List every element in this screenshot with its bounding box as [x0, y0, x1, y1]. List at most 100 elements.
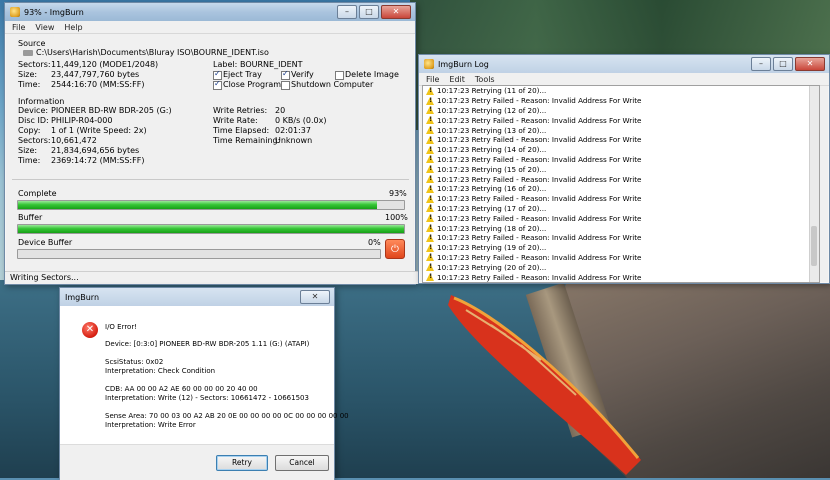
log-line-text: 10:17:23 Retry Failed - Reason: Invalid …: [437, 115, 642, 125]
time-remaining-label: Time Remaining:: [213, 136, 281, 145]
dialog-titlebar[interactable]: ImgBurn ✕: [60, 288, 334, 306]
main-titlebar[interactable]: 93% - ImgBurn – □ ✕: [5, 3, 415, 21]
error-heading: I/O Error!: [105, 323, 138, 331]
log-line-text: 10:17:23 Retry Failed - Reason: Invalid …: [437, 96, 642, 106]
log-line-text: 10:17:23 Retry Failed - Reason: Invalid …: [437, 233, 642, 243]
log-line-text: 10:17:23 Retry Failed - Reason: Invalid …: [437, 252, 642, 262]
complete-label: Complete: [18, 189, 57, 198]
copy-label: Copy:: [18, 126, 41, 135]
dialog-footer: Retry Cancel: [60, 444, 334, 480]
warning-icon: [426, 243, 435, 252]
info-sectors-value: 10,661,472: [51, 136, 97, 145]
maximize-button[interactable]: □: [359, 5, 379, 19]
log-line: 10:17:23 Retry Failed - Reason: Invalid …: [423, 233, 819, 243]
log-line: 10:17:23 Retry Failed - Reason: Invalid …: [423, 174, 819, 184]
log-line-text: 10:17:23 Retry Failed - Reason: Invalid …: [437, 213, 642, 223]
verify-checkbox[interactable]: [281, 69, 290, 80]
log-line: 10:17:23 Retrying (13 of 20)...: [423, 125, 819, 135]
warning-icon: [426, 106, 435, 115]
delete-image-checkbox[interactable]: [335, 71, 344, 80]
info-time-value: 2369:14:72 (MM:SS:FF): [51, 156, 145, 165]
menu-view[interactable]: View: [35, 23, 54, 32]
buffer-progress-bar: [17, 224, 405, 234]
menu-file[interactable]: File: [12, 23, 25, 32]
label-value: BOURNE_IDENT: [240, 60, 303, 69]
source-sectors-value: 11,449,120 (MODE1/2048): [51, 60, 159, 69]
buffer-percent: 100%: [385, 213, 408, 222]
close-button[interactable]: ✕: [381, 5, 411, 19]
warning-icon: [426, 184, 435, 193]
source-sectors-label: Sectors:: [18, 60, 51, 69]
log-line: 10:17:23 Retry Failed - Reason: Invalid …: [423, 213, 819, 223]
warning-icon: [426, 96, 435, 105]
log-maximize-button[interactable]: □: [773, 57, 793, 71]
warning-icon: [426, 194, 435, 203]
log-line-text: 10:17:23 Retry Failed - Reason: Invalid …: [437, 272, 642, 282]
log-line: 10:17:23 Retry Failed - Reason: Invalid …: [423, 194, 819, 204]
log-line-text: 10:17:23 Retrying (18 of 20)...: [437, 223, 547, 233]
log-line: 10:17:23 Retrying (15 of 20)...: [423, 164, 819, 174]
abort-button[interactable]: ⏻: [385, 239, 405, 259]
log-line-text: 10:17:23 Retrying (20 of 20)...: [437, 262, 547, 272]
log-window-title: ImgBurn Log: [438, 59, 489, 69]
log-list[interactable]: 10:17:23 Retrying (11 of 20)...10:17:23 …: [422, 85, 820, 283]
time-remaining-value: Unknown: [275, 136, 313, 145]
log-menu-tools[interactable]: Tools: [475, 75, 495, 84]
error-cdb: CDB: AA 00 00 A2 AE 60 00 00 00 20 40 00: [105, 385, 258, 393]
log-titlebar[interactable]: ImgBurn Log – □ ✕: [419, 55, 829, 73]
log-scrollbar[interactable]: [809, 86, 819, 282]
close-program-label: Close Program: [223, 80, 282, 89]
source-heading: Source: [18, 39, 46, 48]
main-menubar: File View Help: [5, 21, 415, 34]
buffer-progress-fill: [18, 225, 404, 233]
device-buffer-label: Device Buffer: [18, 238, 73, 247]
log-line: 10:17:23 Retry Failed - Reason: Invalid …: [423, 253, 819, 263]
buffer-label: Buffer: [18, 213, 43, 222]
complete-progress-fill: [18, 201, 377, 209]
cancel-button[interactable]: Cancel: [275, 455, 329, 471]
log-menu-file[interactable]: File: [426, 75, 439, 84]
log-close-button[interactable]: ✕: [795, 57, 825, 71]
warning-icon: [426, 273, 435, 282]
log-line-text: 10:17:23 Retrying (13 of 20)...: [437, 125, 547, 135]
write-retries-label: Write Retries:: [213, 106, 268, 115]
imgburn-app-icon: [10, 7, 20, 17]
minimize-button[interactable]: –: [337, 5, 357, 19]
menu-help[interactable]: Help: [64, 23, 82, 32]
log-menu-edit[interactable]: Edit: [449, 75, 465, 84]
shutdown-checkbox[interactable]: [281, 81, 290, 90]
device-buffer-percent: 0%: [368, 238, 381, 247]
imgburn-main-window: 93% - ImgBurn – □ ✕ File View Help Sourc…: [4, 2, 418, 285]
close-program-checkbox[interactable]: [213, 79, 222, 90]
source-time-label: Time:: [18, 80, 41, 89]
time-elapsed-value: 02:01:37: [275, 126, 311, 135]
discid-label: Disc ID:: [18, 116, 49, 125]
log-line-text: 10:17:23 Retrying (12 of 20)...: [437, 105, 547, 115]
log-scroll-thumb[interactable]: [811, 226, 817, 266]
log-line: 10:17:23 Retry Failed - Reason: Invalid …: [423, 155, 819, 165]
warning-icon: [426, 126, 435, 135]
error-interpretation-2: Interpretation: Write (12) - Sectors: 10…: [105, 394, 309, 402]
info-size-label: Size:: [18, 146, 38, 155]
log-line-text: 10:17:23 Retry Failed - Reason: Invalid …: [437, 154, 642, 164]
dialog-close-button[interactable]: ✕: [300, 290, 330, 304]
warning-icon: [426, 135, 435, 144]
log-line-text: 10:17:23 Retry Failed - Reason: Invalid …: [437, 174, 642, 184]
warning-icon: [426, 86, 435, 95]
warning-icon: [426, 145, 435, 154]
log-line: 10:17:23 Retrying (19 of 20)...: [423, 243, 819, 253]
verify-label: Verify: [291, 70, 314, 79]
retry-button[interactable]: Retry: [216, 455, 268, 471]
disc-image-icon: [23, 50, 33, 56]
log-line: 10:17:23 Retrying (11 of 20)...: [423, 86, 819, 96]
log-line-text: 10:17:23 Retrying (11 of 20)...: [437, 86, 547, 96]
time-elapsed-label: Time Elapsed:: [213, 126, 270, 135]
log-minimize-button[interactable]: –: [751, 57, 771, 71]
error-scsi-status: ScsiStatus: 0x02: [105, 358, 164, 366]
log-line-text: 10:17:23 Retry Failed - Reason: Invalid …: [437, 194, 642, 204]
log-line-text: 10:17:23 Retrying (15 of 20)...: [437, 164, 547, 174]
device-value: PIONEER BD-RW BDR-205 (G:): [51, 106, 172, 115]
canoe-image: [448, 295, 641, 475]
log-line: 10:17:23 Retry Failed - Reason: Invalid …: [423, 272, 819, 282]
log-line: 10:17:23 Retry Failed - Reason: Invalid …: [423, 115, 819, 125]
